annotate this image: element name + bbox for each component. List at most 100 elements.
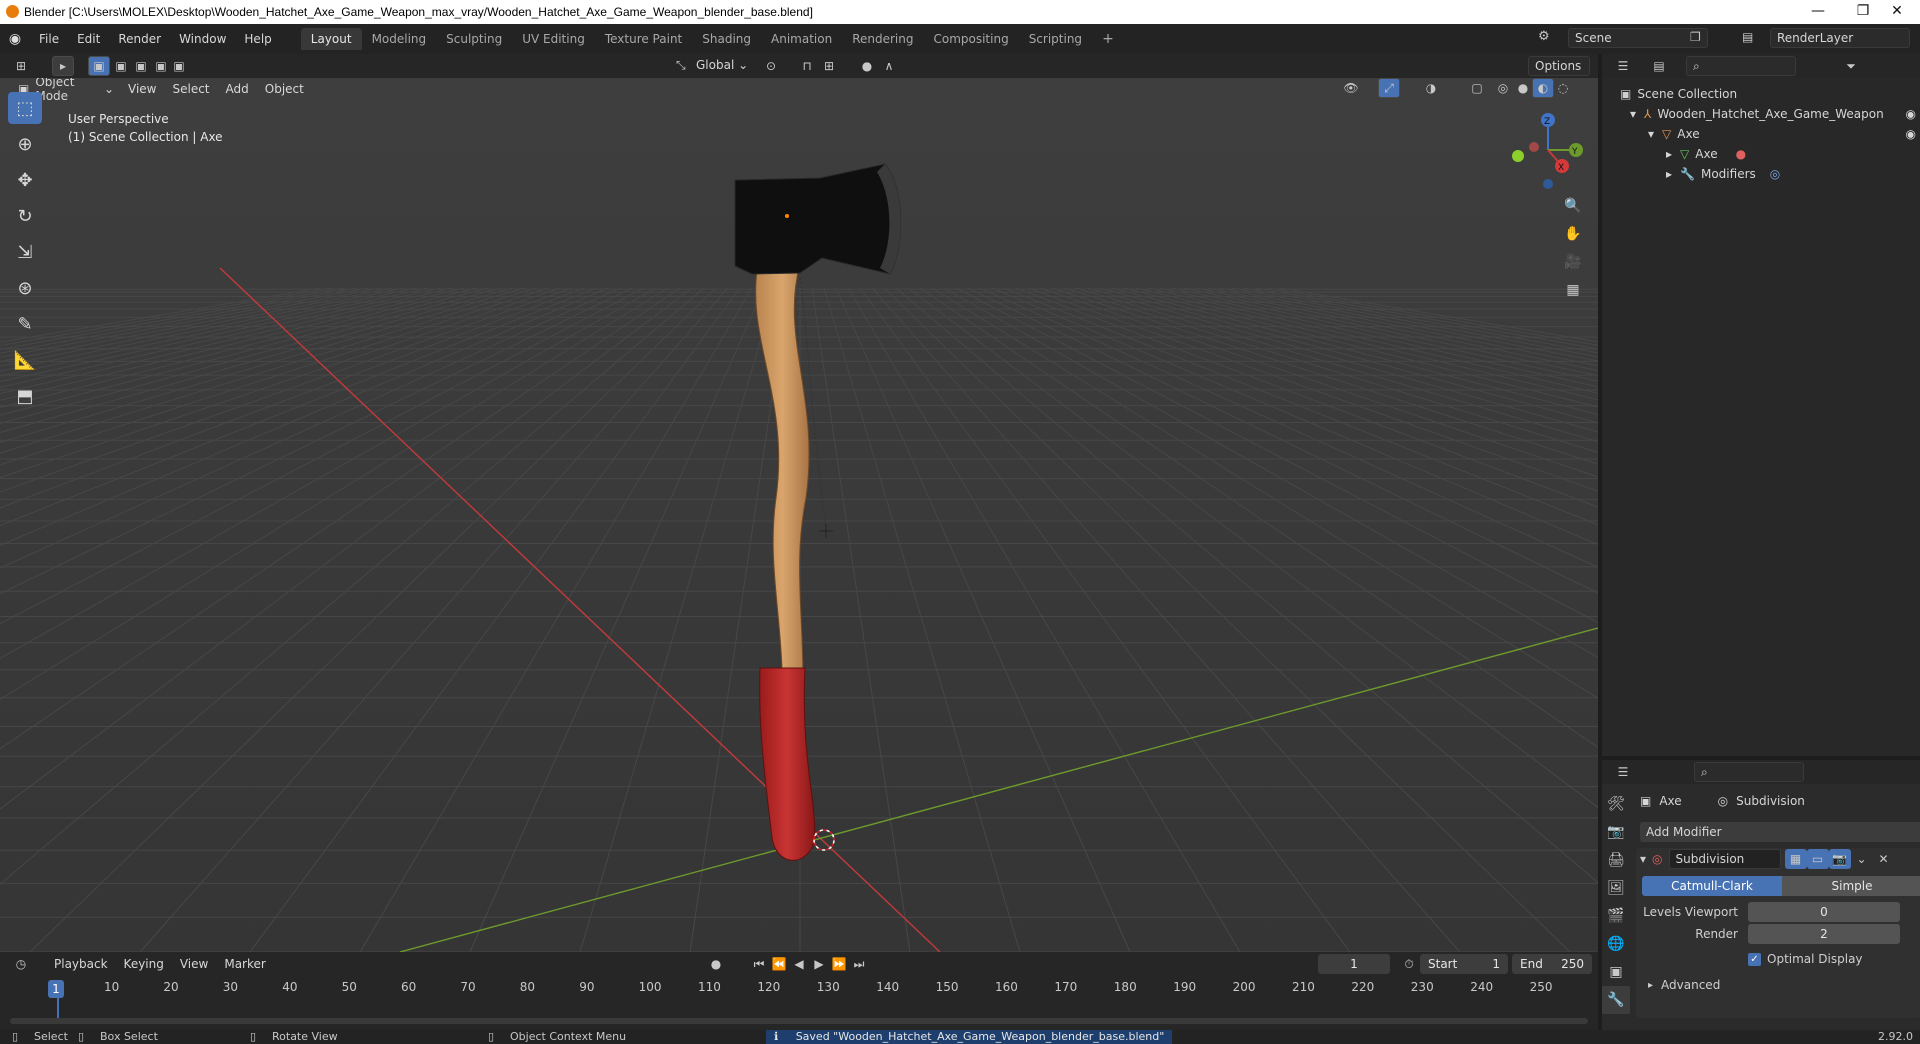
tab-scripting[interactable]: Scripting: [1019, 28, 1092, 50]
overlays-toggle-icon[interactable]: ◑: [1420, 78, 1442, 98]
auto-keying-icon[interactable]: ●: [705, 954, 727, 974]
view-object-types-icon[interactable]: 👁: [1340, 78, 1362, 98]
blender-menu-icon[interactable]: ◉: [0, 31, 30, 47]
orthographic-toggle-icon[interactable]: ▦: [1562, 280, 1584, 300]
editor-type-icon[interactable]: ⊞: [10, 56, 32, 76]
menu-render[interactable]: Render: [109, 32, 170, 46]
proportional-editing-icon[interactable]: ●: [856, 56, 878, 76]
outliner-scene-collection[interactable]: ▣ Scene Collection: [1602, 84, 1920, 104]
menu-view[interactable]: View: [120, 82, 164, 96]
viewport-canvas[interactable]: Z Y X: [0, 78, 1598, 952]
viewport-toggle-icon[interactable]: ▭: [1806, 849, 1829, 869]
expand-arrow-icon[interactable]: ▸: [1666, 167, 1672, 181]
snap-target-icon[interactable]: ⊞: [818, 56, 840, 76]
jump-keyframe-back-icon[interactable]: ⏪: [768, 954, 790, 974]
scene-icon[interactable]: ⚙: [1538, 29, 1550, 44]
tab-texture-paint[interactable]: Texture Paint: [595, 28, 692, 50]
collapse-arrow-icon[interactable]: ▾: [1640, 852, 1646, 866]
wireframe-shading-icon[interactable]: ◎: [1492, 78, 1514, 98]
optimal-display-checkbox[interactable]: ✓: [1748, 952, 1761, 966]
render-tab-icon[interactable]: 📷: [1602, 818, 1630, 846]
edit-mode-toggle-icon[interactable]: ▦: [1784, 849, 1807, 869]
play-reverse-icon[interactable]: ◀: [788, 954, 810, 974]
select-mode-intersect-icon[interactable]: ▣: [168, 56, 190, 76]
falloff-icon[interactable]: ∧: [878, 56, 900, 76]
advanced-subpanel[interactable]: ▸ Advanced: [1636, 978, 1920, 992]
end-frame-field[interactable]: End 250: [1512, 954, 1592, 974]
outliner-collection-row[interactable]: ▾ ⅄ Wooden_Hatchet_Axe_Game_Weapon ◉: [1602, 104, 1920, 124]
modifier-tab-icon[interactable]: 🔧: [1602, 986, 1630, 1014]
outliner-search-input[interactable]: ⌕: [1686, 56, 1796, 76]
stopwatch-icon[interactable]: ⏱: [1398, 954, 1420, 974]
select-mode-subtract-icon[interactable]: ▣: [130, 56, 152, 76]
gizmo-neg-x-icon[interactable]: [1529, 142, 1539, 152]
output-tab-icon[interactable]: 🖨: [1602, 846, 1630, 874]
camera-view-icon[interactable]: 🎥: [1562, 252, 1584, 272]
menu-timeline-view[interactable]: View: [172, 957, 216, 971]
minimize-button[interactable]: —: [1795, 0, 1841, 24]
tab-layout[interactable]: Layout: [300, 28, 362, 50]
menu-object[interactable]: Object: [257, 82, 312, 96]
pivot-point-icon[interactable]: ⊙: [760, 56, 782, 76]
play-icon[interactable]: ▶: [808, 954, 830, 974]
properties-search-input[interactable]: ⌕: [1694, 762, 1804, 782]
catmull-clark-option[interactable]: Catmull-Clark: [1642, 876, 1782, 896]
material-preview-shading-icon[interactable]: ◐: [1532, 78, 1554, 98]
view-layer-tab-icon[interactable]: 🖼: [1602, 874, 1630, 902]
gizmo-neg-y-icon[interactable]: [1512, 150, 1524, 162]
expand-arrow-icon[interactable]: ▾: [1630, 107, 1636, 121]
move-tool-icon[interactable]: ✥: [8, 164, 42, 196]
menu-select[interactable]: Select: [164, 82, 217, 96]
measure-tool-icon[interactable]: 📐: [8, 344, 42, 376]
tab-compositing[interactable]: Compositing: [923, 28, 1018, 50]
jump-keyframe-forward-icon[interactable]: ⏩: [828, 954, 850, 974]
transform-tool-icon[interactable]: ⊛: [8, 272, 42, 304]
solid-shading-icon[interactable]: ●: [1512, 78, 1534, 98]
outliner-object-row[interactable]: ▾ ▽ Axe ◉: [1602, 124, 1920, 144]
tab-uv-editing[interactable]: UV Editing: [512, 28, 595, 50]
zoom-icon[interactable]: 🔍: [1562, 196, 1584, 216]
annotate-tool-icon[interactable]: ✎: [8, 308, 42, 340]
render-layer-selector[interactable]: RenderLayer: [1770, 28, 1910, 48]
start-frame-field[interactable]: Start 1: [1420, 954, 1508, 974]
cursor-tool-icon[interactable]: ⊕: [8, 128, 42, 160]
menu-marker[interactable]: Marker: [216, 957, 273, 971]
menu-help[interactable]: Help: [235, 32, 280, 46]
tool-tab-icon[interactable]: 🛠: [1602, 790, 1630, 818]
outliner-mesh-row[interactable]: ▸ ▽ Axe ●: [1602, 144, 1920, 164]
visibility-eye-icon[interactable]: ◉: [1906, 107, 1916, 121]
tab-rendering[interactable]: Rendering: [842, 28, 923, 50]
filter-icon[interactable]: ⏷: [1840, 56, 1862, 76]
xray-toggle-icon[interactable]: ▢: [1466, 78, 1488, 98]
simple-option[interactable]: Simple: [1782, 876, 1920, 896]
render-levels-field[interactable]: 2: [1748, 924, 1900, 944]
frame-ruler[interactable]: 1 10 20 30 40 50 60 70 80 90 100 110 120 130 140 150 16…: [0, 980, 1598, 998]
scale-tool-icon[interactable]: ⇲: [8, 236, 42, 268]
visibility-eye-icon[interactable]: ◉: [1906, 127, 1916, 141]
pan-hand-icon[interactable]: ✋: [1562, 224, 1584, 244]
display-mode-icon[interactable]: ▤: [1648, 56, 1670, 76]
jump-end-icon[interactable]: ⏭: [848, 954, 870, 974]
tab-animation[interactable]: Animation: [761, 28, 842, 50]
select-mode-new-icon[interactable]: ▣: [88, 56, 110, 76]
current-frame-field[interactable]: 1: [1318, 954, 1390, 974]
jump-start-icon[interactable]: ⏮: [748, 954, 770, 974]
select-tool-icon[interactable]: ▸: [52, 56, 74, 76]
snap-icon[interactable]: ⊓: [796, 56, 818, 76]
menu-add[interactable]: Add: [218, 82, 257, 96]
menu-keying[interactable]: Keying: [116, 957, 172, 971]
3d-viewport[interactable]: Z Y X ▣ Object Mode ⌄ View Select Add Ob…: [0, 78, 1598, 952]
rotate-tool-icon[interactable]: ↻: [8, 200, 42, 232]
menu-file[interactable]: File: [30, 32, 68, 46]
outliner-editor-type-icon[interactable]: ☰: [1612, 56, 1634, 76]
levels-viewport-field[interactable]: 0: [1748, 902, 1900, 922]
outliner-modifiers-row[interactable]: ▸ 🔧 Modifiers ◎: [1602, 164, 1920, 184]
expand-arrow-icon[interactable]: ▸: [1666, 147, 1672, 161]
world-tab-icon[interactable]: 🌐: [1602, 930, 1630, 958]
tab-modeling[interactable]: Modeling: [362, 28, 437, 50]
tab-shading[interactable]: Shading: [692, 28, 761, 50]
remove-modifier-icon[interactable]: ✕: [1873, 849, 1895, 869]
transform-orientation-dropdown[interactable]: Global ⌄: [696, 58, 748, 72]
modifier-menu-chevron-icon[interactable]: ⌄: [1851, 849, 1873, 869]
tab-sculpting[interactable]: Sculpting: [436, 28, 512, 50]
